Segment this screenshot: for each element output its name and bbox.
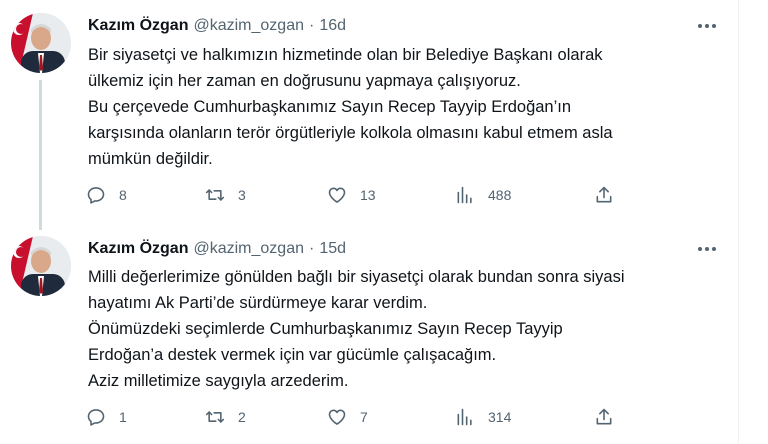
tweet-text-line: Aziz milletimize saygıyla arzederim. [88,372,349,390]
tweet-text: Milli değerlerimize gönülden bağlı bir s… [88,264,728,394]
views-button[interactable]: 488 [455,183,511,207]
user-handle[interactable]: @kazim_ozgan [193,17,304,35]
views-button[interactable]: 314 [455,405,511,429]
tweet-text-line: hayatımı Ak Parti’de sürdürmeye karar ve… [88,294,428,312]
tweet-actions: 8 3 13 488 [86,183,626,207]
more-options-button[interactable] [696,239,718,259]
share-icon [596,186,612,203]
tweet-header: Kazım Özgan @kazim_ozgan · 15d [88,237,346,261]
retweet-count: 3 [238,187,246,203]
reply-icon [87,187,105,204]
reply-count: 8 [119,187,127,203]
views-count: 488 [488,187,512,203]
tweet-text-line: Önümüzdeki seçimlerde Cumhurbaşkanımız S… [88,320,563,338]
separator-dot: · [308,17,315,34]
heart-icon [328,187,346,203]
tweet-1[interactable]: Kazım Özgan @kazim_ozgan · 16d Bir siyas… [0,0,738,230]
retweet-icon [205,411,225,423]
more-horizontal-icon [698,247,716,251]
tweet-text-line: mümkün değildir. [88,150,213,168]
timestamp[interactable]: 15d [319,240,346,258]
retweet-icon [205,189,225,201]
tweet-text-line: Bu çerçevede Cumhurbaşkanımız Sayın Rece… [88,98,572,116]
user-handle[interactable]: @kazim_ozgan [193,240,304,258]
share-icon [596,408,612,425]
retweet-button[interactable]: 2 [205,405,246,429]
reply-icon [87,409,105,426]
like-button[interactable]: 13 [327,183,376,207]
tweet-text-line: ülkemiz için her zaman en doğrusunu yapm… [88,72,521,90]
views-chart-icon [457,186,472,204]
tweet-header: Kazım Özgan @kazim_ozgan · 16d [88,14,346,38]
share-button[interactable] [594,405,614,429]
heart-icon [328,409,346,425]
separator-dot: · [308,240,315,257]
display-name[interactable]: Kazım Özgan [88,17,188,35]
tweet-text-line: Bir siyasetçi ve halkımızın hizmetinde o… [88,46,603,64]
share-button[interactable] [594,183,614,207]
like-count: 7 [360,409,368,425]
tweet-text-line: Milli değerlerimize gönülden bağlı bir s… [88,268,625,286]
like-button[interactable]: 7 [327,405,368,429]
avatar[interactable] [11,13,71,73]
timestamp[interactable]: 16d [319,17,346,35]
tweet-actions: 1 2 7 314 [86,405,626,429]
like-count: 13 [360,187,376,203]
timeline-right-border [738,0,739,444]
reply-count: 1 [119,409,127,425]
display-name[interactable]: Kazım Özgan [88,240,188,258]
views-chart-icon [457,408,472,426]
views-count: 314 [488,409,512,425]
tweet-text-line: Erdoğan’a destek vermek için var gücümle… [88,346,497,364]
reply-button[interactable]: 1 [86,405,127,429]
tweet-text-line: karşısında olanların terör örgütleriyle … [88,124,613,142]
avatar[interactable] [11,236,71,296]
retweet-count: 2 [238,409,246,425]
more-options-button[interactable] [696,16,718,36]
retweet-button[interactable]: 3 [205,183,246,207]
thread-connector-line [39,80,42,230]
more-horizontal-icon [698,24,716,28]
tweet-text: Bir siyasetçi ve halkımızın hizmetinde o… [88,42,728,172]
reply-button[interactable]: 8 [86,183,127,207]
tweet-2[interactable]: Kazım Özgan @kazim_ozgan · 15d Milli değ… [0,226,738,444]
